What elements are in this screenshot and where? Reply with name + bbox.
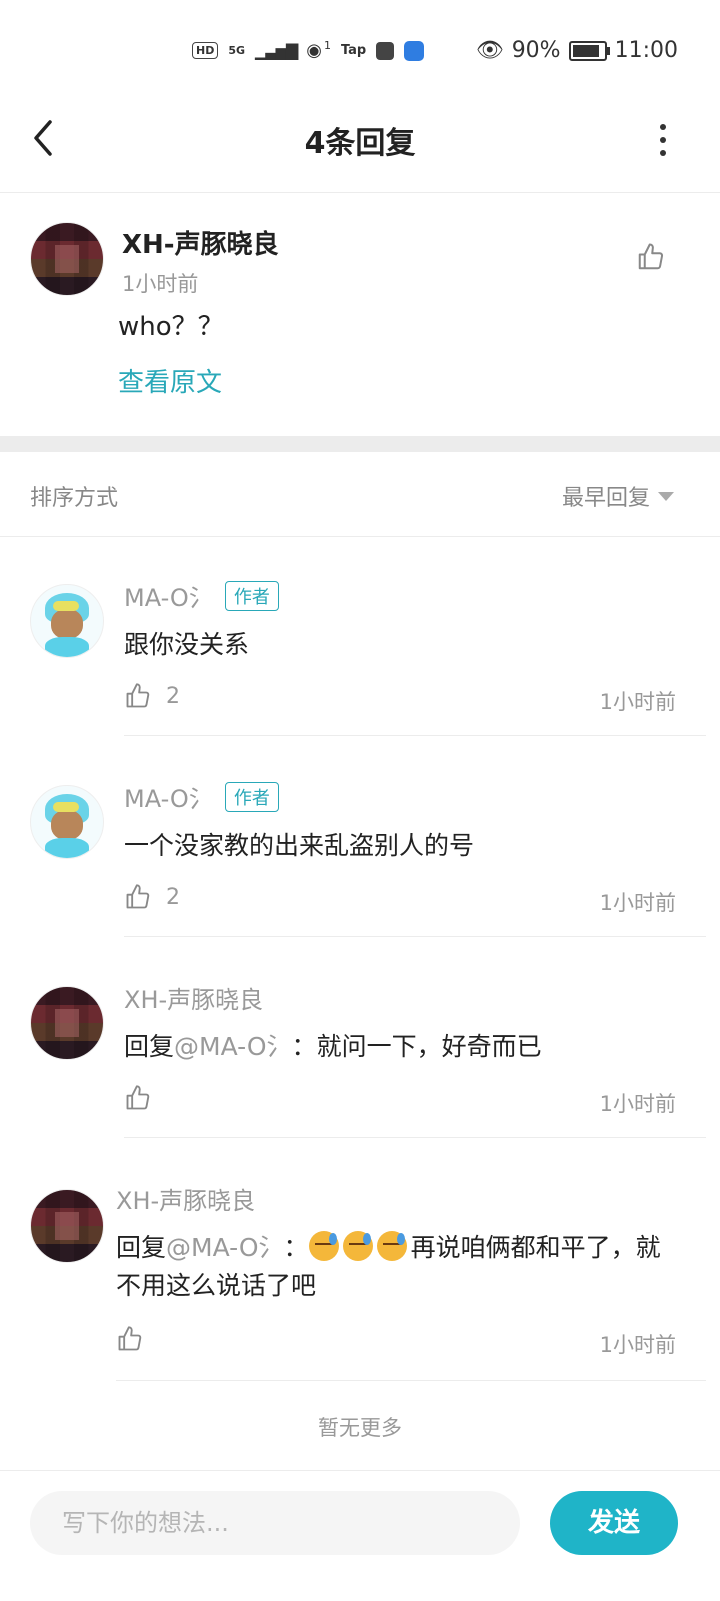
reply-prefix: 回复 xyxy=(116,1233,167,1262)
sort-label: 排序方式 xyxy=(30,486,119,511)
like-count: 2 xyxy=(166,683,180,709)
network-badge: HD xyxy=(192,42,219,59)
reply-mention[interactable]: @MA-O氵 xyxy=(166,1233,284,1262)
comment-input[interactable] xyxy=(30,1491,520,1555)
comment-author[interactable]: XH-声豚晓良 xyxy=(122,224,279,261)
reply-body: 就问一下，好奇而已 xyxy=(316,1032,542,1061)
top-bar: 4条回复 xyxy=(0,100,720,193)
more-icon[interactable] xyxy=(660,124,668,163)
sweat-emoji-icon xyxy=(308,1231,339,1261)
reply-item: XH-声豚晓良 回复@MA-O氵：就问一下，好奇而已 1小时前 xyxy=(0,938,720,1138)
like-button[interactable] xyxy=(124,1084,152,1112)
reply-author-row: XH-声豚晓良 xyxy=(124,980,263,1015)
like-icon xyxy=(126,1085,150,1110)
reply-time: 1小时前 xyxy=(599,690,676,714)
reply-text: 回复@MA-O氵：就问一下，好奇而已 xyxy=(124,1028,684,1066)
status-bar: HD 5G ▁▃▅▇ ◉ 1 Tap 👁 90% 11:00 xyxy=(0,0,720,100)
reply-colon: ： xyxy=(291,1032,317,1061)
eye-icon: 👁 xyxy=(475,38,504,63)
reply-item: MA-O氵 作者 跟你没关系 2 1小时前 xyxy=(0,536,720,736)
reply-prefix: 回复 xyxy=(124,1032,175,1061)
reply-footer: 2 1小时前 xyxy=(124,682,676,716)
reply-item: MA-O氵 作者 一个没家教的出来乱盗别人的号 2 1小时前 xyxy=(0,737,720,937)
status-left: HD 5G ▁▃▅▇ ◉ 1 Tap xyxy=(192,39,425,61)
reply-time: 1小时前 xyxy=(599,1333,676,1357)
reply-text: 回复@MA-O氵： 再说咱俩都和平了，就不用这么说话了吧 xyxy=(116,1229,676,1305)
like-button[interactable] xyxy=(116,1325,144,1353)
reply-author-row: MA-O氵 作者 xyxy=(124,578,279,613)
avatar[interactable] xyxy=(30,222,104,296)
row-divider xyxy=(124,735,706,736)
reply-author[interactable]: XH-声豚晓良 xyxy=(116,1181,255,1216)
row-divider xyxy=(116,1380,706,1381)
like-button[interactable]: 2 xyxy=(124,883,180,911)
battery-icon xyxy=(568,40,610,61)
reply-footer: 1小时前 xyxy=(124,1084,676,1118)
avatar[interactable] xyxy=(30,1189,104,1263)
reply-author[interactable]: XH-声豚晓良 xyxy=(124,980,263,1015)
sort-selected-value: 最早回复 xyxy=(561,486,650,511)
reply-author[interactable]: MA-O氵 xyxy=(124,578,213,613)
status-right: 👁 90% 11:00 xyxy=(476,38,678,63)
like-button[interactable]: 2 xyxy=(124,682,180,710)
reply-footer: 2 1小时前 xyxy=(124,883,676,917)
reply-footer: 1小时前 xyxy=(116,1325,676,1359)
like-icon[interactable] xyxy=(636,242,666,272)
view-original-link[interactable]: 查看原文 xyxy=(118,362,222,399)
hotspot-count: 1 xyxy=(323,39,331,52)
clock: 11:00 xyxy=(614,38,678,63)
page-title: 4条回复 xyxy=(304,126,416,161)
row-divider xyxy=(124,1137,706,1138)
avatar[interactable] xyxy=(30,785,104,859)
author-badge: 作者 xyxy=(224,781,279,812)
reply-author-row: XH-声豚晓良 xyxy=(116,1181,255,1216)
security-shield-icon xyxy=(404,40,425,61)
reply-author-row: MA-O氵 作者 xyxy=(124,779,279,814)
like-count: 2 xyxy=(166,884,180,910)
reply-author[interactable]: MA-O氵 xyxy=(124,779,213,814)
send-button[interactable]: 发送 xyxy=(550,1491,678,1555)
reply-text: 一个没家教的出来乱盗别人的号 xyxy=(124,831,475,860)
app-label: Tap xyxy=(340,43,367,58)
sort-dropdown[interactable]: 最早回复 xyxy=(562,480,674,512)
avatar[interactable] xyxy=(30,584,104,658)
app-store-icon xyxy=(376,41,395,60)
signal-bars-icon: ▁▃▅▇ xyxy=(255,41,298,60)
comment-composer: 发送 xyxy=(0,1470,720,1601)
sort-row: 排序方式 最早回复 xyxy=(0,452,720,537)
signal-indicator: 5G xyxy=(228,44,246,57)
reply-time: 1小时前 xyxy=(599,891,676,915)
hotspot-icon: ◉ xyxy=(306,40,322,61)
reply-time: 1小时前 xyxy=(599,1092,676,1116)
like-icon xyxy=(118,1326,142,1351)
like-icon xyxy=(126,683,150,708)
no-more-text: 暂无更多 xyxy=(318,1416,402,1440)
sweat-emoji-icon xyxy=(342,1231,373,1261)
main-comment: XH-声豚晓良 1小时前 who？？ 查看原文 xyxy=(0,192,720,436)
reply-item: XH-声豚晓良 回复@MA-O氵： 再说咱俩都和平了，就不用这么说话了吧 1小时前 xyxy=(0,1139,720,1381)
sweat-emoji-icon xyxy=(376,1231,407,1261)
section-divider xyxy=(0,436,720,452)
battery-percent: 90% xyxy=(511,38,561,63)
reply-colon: ： xyxy=(283,1233,309,1262)
dropdown-icon xyxy=(658,491,674,501)
author-badge: 作者 xyxy=(224,580,279,611)
reply-text: 跟你没关系 xyxy=(124,630,250,659)
like-icon xyxy=(126,884,150,909)
avatar[interactable] xyxy=(30,986,104,1060)
row-divider xyxy=(124,936,706,937)
reply-mention[interactable]: @MA-O氵 xyxy=(174,1032,292,1061)
comment-time: 1小时前 xyxy=(122,272,199,296)
comment-text: who？？ xyxy=(118,312,224,342)
